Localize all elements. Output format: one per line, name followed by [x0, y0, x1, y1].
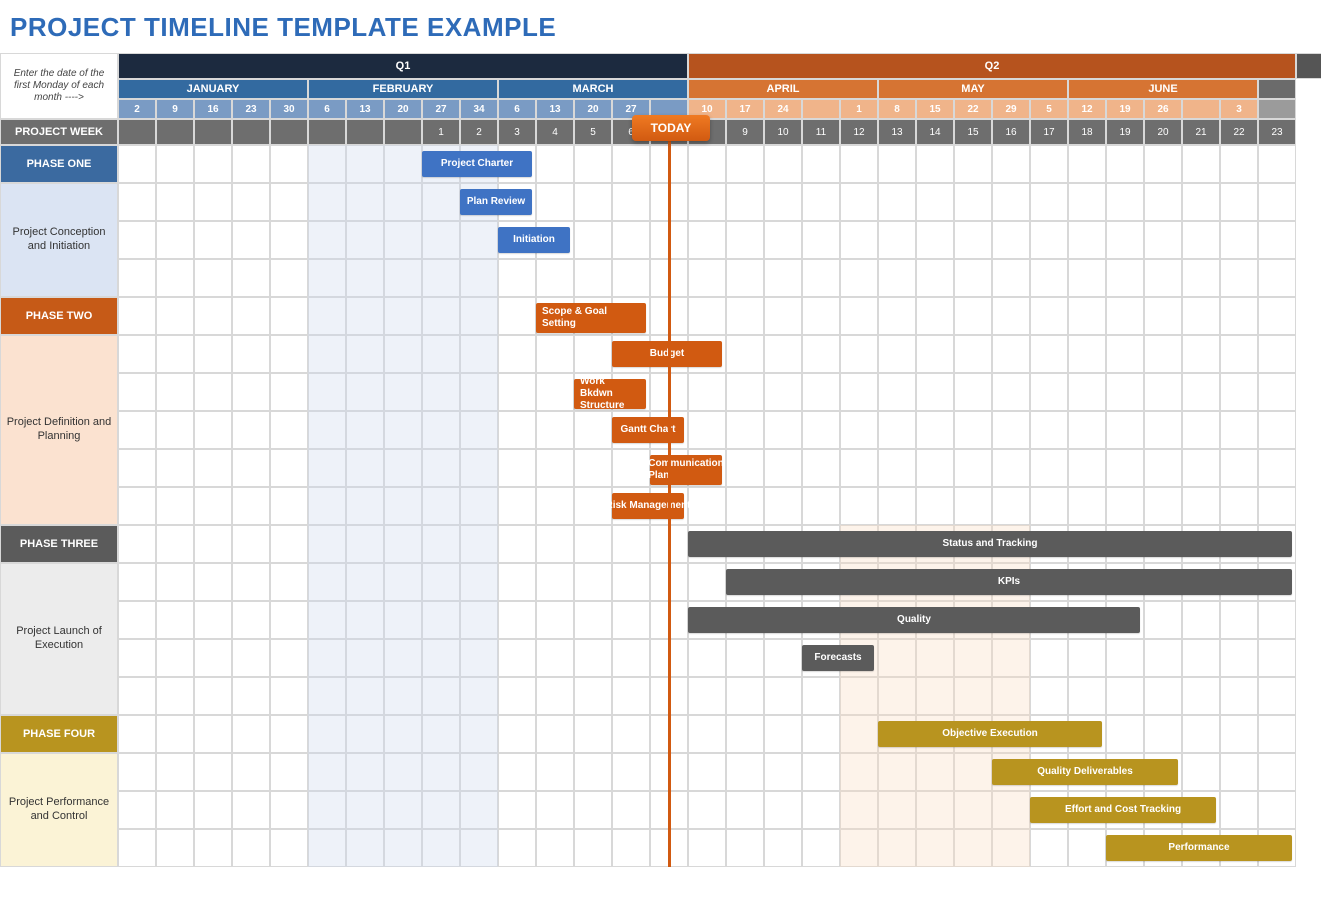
week-number: 13: [878, 119, 916, 145]
week-number: 21: [1182, 119, 1220, 145]
week-number: 19: [1106, 119, 1144, 145]
phase-sub-label: Project Conception and Initiation: [5, 226, 113, 254]
day-header: 19: [1106, 99, 1144, 119]
gantt-task[interactable]: KPIs: [726, 569, 1292, 595]
day-header: 2: [118, 99, 156, 119]
week-number: 1: [422, 119, 460, 145]
week-number: [232, 119, 270, 145]
gantt-task[interactable]: Effort and Cost Tracking: [1030, 797, 1216, 823]
month-header: JANUARY: [118, 79, 308, 99]
day-header: 34: [460, 99, 498, 119]
day-header: 20: [574, 99, 612, 119]
gantt-task[interactable]: Risk Management: [612, 493, 684, 519]
gantt-task[interactable]: Budget: [612, 341, 722, 367]
phase-sub-label: Project Definition and Planning: [5, 416, 113, 444]
gantt-task[interactable]: Status and Tracking: [688, 531, 1292, 557]
day-header: 22: [954, 99, 992, 119]
month-header: MARCH: [498, 79, 688, 99]
week-number: 17: [1030, 119, 1068, 145]
day-header: 5: [1030, 99, 1068, 119]
week-number: 3: [498, 119, 536, 145]
month-header: MAY: [878, 79, 1068, 99]
day-header: 23: [232, 99, 270, 119]
week-number: 2: [460, 119, 498, 145]
day-header: [802, 99, 840, 119]
week-number: 10: [764, 119, 802, 145]
day-header: 30: [270, 99, 308, 119]
page-title: PROJECT TIMELINE TEMPLATE EXAMPLE: [0, 0, 1321, 53]
gantt-task[interactable]: Initiation: [498, 227, 570, 253]
day-header: 8: [878, 99, 916, 119]
day-header: 1: [840, 99, 878, 119]
gantt-task[interactable]: Forecasts: [802, 645, 874, 671]
week-number: 20: [1144, 119, 1182, 145]
gantt-task[interactable]: Quality Deliverables: [992, 759, 1178, 785]
day-header: 26: [1144, 99, 1182, 119]
week-number: [194, 119, 232, 145]
month-header: FEBRUARY: [308, 79, 498, 99]
week-number: 9: [726, 119, 764, 145]
week-number: [308, 119, 346, 145]
week-number: 12: [840, 119, 878, 145]
phase-sub-label: Project Launch of Execution: [5, 625, 113, 653]
week-number: 5: [574, 119, 612, 145]
gantt-task[interactable]: Gantt Chart: [612, 417, 684, 443]
day-header: [1258, 99, 1296, 119]
phase-header: PHASE TWO: [26, 310, 93, 322]
week-number: [156, 119, 194, 145]
week-number: [270, 119, 308, 145]
week-number: 16: [992, 119, 1030, 145]
day-header: 12: [1068, 99, 1106, 119]
day-header: 15: [916, 99, 954, 119]
day-header: 9: [156, 99, 194, 119]
day-header: 17: [726, 99, 764, 119]
gantt-task[interactable]: Work Bkdwn Structure: [574, 379, 646, 409]
gantt-task[interactable]: Scope & Goal Setting: [536, 303, 646, 333]
gantt-task[interactable]: Communication Plan: [650, 455, 722, 485]
phase-header: PHASE THREE: [20, 538, 98, 550]
gantt-task[interactable]: Plan Review: [460, 189, 532, 215]
month-header: JUNE: [1068, 79, 1258, 99]
week-number: 22: [1220, 119, 1258, 145]
corner-note: Enter the date of the first Monday of ea…: [5, 68, 113, 104]
day-header: 6: [308, 99, 346, 119]
gantt-chart: Enter the date of the first Monday of ea…: [0, 53, 1296, 867]
phase-header: PHASE FOUR: [23, 728, 95, 740]
day-header: 29: [992, 99, 1030, 119]
week-number: 4: [536, 119, 574, 145]
day-header: 20: [384, 99, 422, 119]
week-number: [346, 119, 384, 145]
today-marker: TODAY: [632, 115, 710, 141]
gantt-task[interactable]: Project Charter: [422, 151, 532, 177]
day-header: 16: [194, 99, 232, 119]
week-number: 23: [1258, 119, 1296, 145]
month-header: APRIL: [688, 79, 878, 99]
gantt-task[interactable]: Objective Execution: [878, 721, 1102, 747]
gantt-task[interactable]: Performance: [1106, 835, 1292, 861]
day-header: 13: [346, 99, 384, 119]
quarter-header: [1296, 53, 1321, 79]
day-header: 27: [422, 99, 460, 119]
day-header: [1182, 99, 1220, 119]
day-header: 3: [1220, 99, 1258, 119]
phase-sub-label: Project Performance and Control: [5, 796, 113, 824]
day-header: 13: [536, 99, 574, 119]
gantt-task[interactable]: Quality: [688, 607, 1140, 633]
project-week-label: PROJECT WEEK: [15, 126, 103, 138]
quarter-header: Q2: [688, 53, 1296, 79]
week-number: 18: [1068, 119, 1106, 145]
week-number: [118, 119, 156, 145]
week-number: 15: [954, 119, 992, 145]
week-number: [384, 119, 422, 145]
week-number: 11: [802, 119, 840, 145]
month-header: [1258, 79, 1296, 99]
quarter-header: Q1: [118, 53, 688, 79]
week-number: 14: [916, 119, 954, 145]
day-header: 24: [764, 99, 802, 119]
phase-header: PHASE ONE: [27, 158, 92, 170]
day-header: 6: [498, 99, 536, 119]
